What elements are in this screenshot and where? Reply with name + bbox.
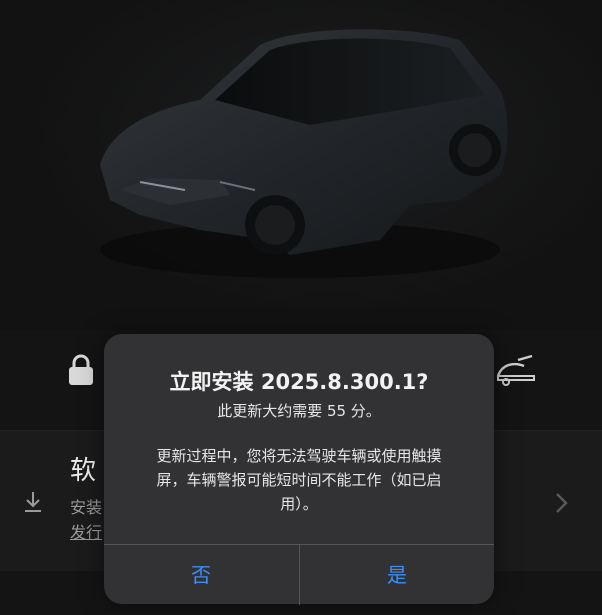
yes-button[interactable]: 是: [299, 545, 494, 605]
software-title: 软: [70, 456, 97, 486]
install-confirm-dialog: 立即安装 2025.8.300.1? 此更新大约需要 55 分。 更新过程中，您…: [104, 334, 494, 605]
dialog-button-row: 否 是: [104, 544, 494, 605]
car-render-area: [0, 0, 602, 330]
chevron-right-icon[interactable]: [553, 490, 571, 516]
no-button[interactable]: 否: [104, 545, 298, 605]
trunk-open-icon[interactable]: [494, 354, 538, 388]
release-notes-link[interactable]: 发行: [70, 519, 102, 543]
download-icon: [25, 492, 41, 512]
dialog-body: 更新过程中，您将无法驾驶车辆或使用触摸屏，车辆警报可能短时间不能工作（如已启用）…: [156, 447, 442, 513]
lock-icon[interactable]: [66, 354, 96, 386]
software-install-text: 安装: [70, 498, 102, 517]
dialog-title: 立即安装 2025.8.300.1?: [169, 370, 429, 394]
dialog-subtitle: 此更新大约需要 55 分。: [217, 402, 381, 420]
car-image: [100, 29, 508, 278]
